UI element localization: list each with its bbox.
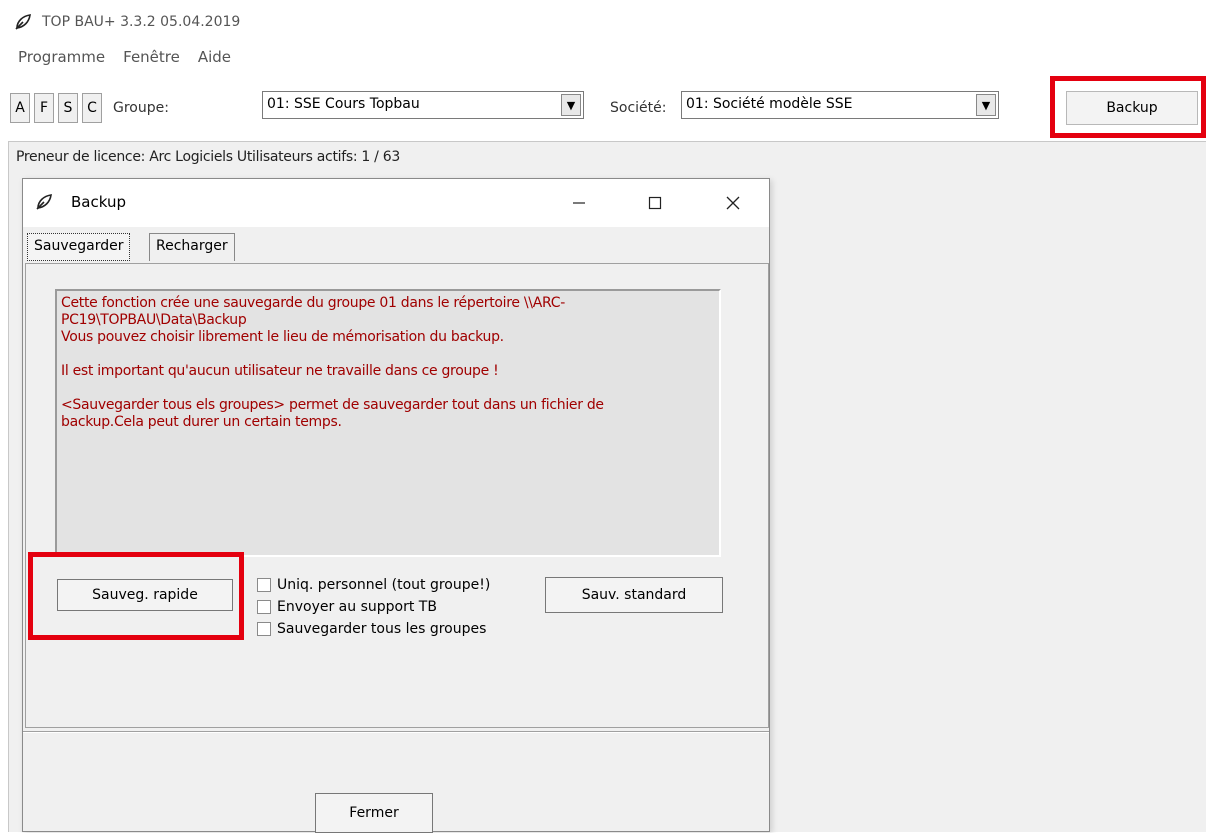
- maximize-icon[interactable]: [635, 189, 675, 217]
- standard-save-button[interactable]: Sauv. standard: [545, 577, 723, 613]
- info-text-warning: Il est important qu'aucun utilisateur ne…: [61, 363, 499, 379]
- close-icon[interactable]: [713, 189, 753, 217]
- checkbox-personnel-only[interactable]: Uniq. personnel (tout groupe!): [257, 575, 490, 595]
- minimize-icon[interactable]: [559, 189, 599, 217]
- checkbox-box[interactable]: [257, 600, 271, 614]
- backup-dialog: Backup Sauvegarder Recharger Cette fonct…: [22, 178, 770, 833]
- app-title-bar: TOP BAU+ 3.3.2 05.04.2019: [14, 0, 240, 44]
- checkbox-box[interactable]: [257, 622, 271, 636]
- group-label: Groupe:: [113, 100, 169, 116]
- toolbar-button-c[interactable]: C: [82, 93, 102, 123]
- menu-bar: Programme Fenêtre Aide: [18, 48, 231, 72]
- toolbar-button-a[interactable]: A: [10, 93, 30, 123]
- licence-status: Preneur de licence: Arc Logiciels Utilis…: [16, 149, 400, 165]
- checkbox-all-groups[interactable]: Sauvegarder tous les groupes: [257, 619, 486, 639]
- company-select-value: 01: Société modèle SSE: [686, 96, 853, 112]
- menu-programme[interactable]: Programme: [18, 48, 105, 72]
- toolbar-button-f[interactable]: F: [34, 93, 54, 123]
- info-text-location: Cette fonction crée une sauvegarde du gr…: [61, 295, 565, 345]
- dialog-title-bar[interactable]: Backup: [23, 179, 769, 227]
- quick-save-button[interactable]: Sauveg. rapide: [57, 579, 233, 611]
- dialog-title: Backup: [71, 193, 126, 211]
- company-select[interactable]: 01: Société modèle SSE ▼: [681, 91, 999, 119]
- menu-aide[interactable]: Aide: [198, 48, 231, 72]
- menu-fenetre[interactable]: Fenêtre: [123, 48, 180, 72]
- tab-recharger[interactable]: Recharger: [149, 233, 235, 261]
- app-logo-icon: [36, 194, 52, 210]
- backup-button[interactable]: Backup: [1066, 91, 1198, 125]
- checkbox-send-support[interactable]: Envoyer au support TB: [257, 597, 437, 617]
- tab-sauvegarder[interactable]: Sauvegarder: [27, 233, 131, 261]
- toolbar-button-s[interactable]: S: [58, 93, 78, 123]
- chevron-down-icon[interactable]: ▼: [976, 94, 996, 116]
- app-title: TOP BAU+ 3.3.2 05.04.2019: [42, 14, 241, 30]
- checkbox-label: Envoyer au support TB: [277, 599, 437, 615]
- checkbox-box[interactable]: [257, 578, 271, 592]
- group-select[interactable]: 01: SSE Cours Topbau ▼: [262, 91, 584, 119]
- group-select-value: 01: SSE Cours Topbau: [267, 96, 420, 112]
- info-text-all-groups: <Sauvegarder tous els groupes> permet de…: [61, 397, 604, 430]
- app-logo-icon: [15, 14, 31, 30]
- close-button[interactable]: Fermer: [315, 793, 433, 833]
- checkbox-label: Uniq. personnel (tout groupe!): [277, 577, 491, 593]
- chevron-down-icon[interactable]: ▼: [561, 94, 581, 116]
- info-message-box: Cette fonction crée une sauvegarde du gr…: [55, 289, 721, 557]
- dialog-divider: [23, 731, 769, 733]
- checkbox-label: Sauvegarder tous les groupes: [277, 621, 487, 637]
- company-label: Société:: [610, 100, 667, 116]
